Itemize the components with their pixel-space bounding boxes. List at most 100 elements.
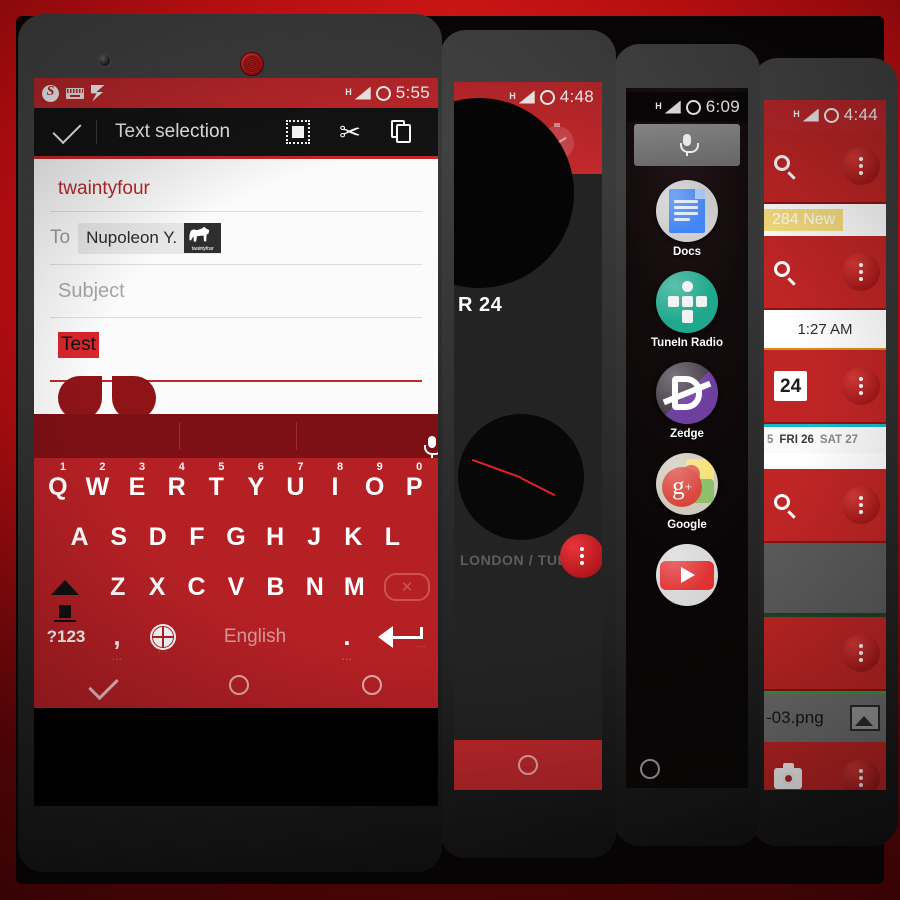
search-icon[interactable] [774, 494, 796, 519]
ring-icon [685, 99, 701, 115]
overflow-menu-icon[interactable] [842, 367, 880, 405]
p4-time-row: 1:27 AM [764, 310, 886, 350]
key-number: 9 [376, 460, 383, 473]
shift-icon[interactable] [38, 579, 92, 622]
select-all-button[interactable] [272, 108, 324, 156]
key-R[interactable]: 4R [157, 461, 197, 502]
done-button[interactable] [44, 108, 90, 156]
subject-field[interactable]: Subject [50, 265, 422, 318]
key-V[interactable]: V [216, 573, 255, 602]
key-U[interactable]: 7U [276, 461, 316, 502]
signal-icon [354, 86, 371, 100]
key-A[interactable]: A [60, 523, 99, 552]
overflow-menu-icon[interactable] [842, 147, 880, 185]
to-field[interactable]: To Nupoleon Y. twaintyfour [50, 212, 422, 265]
new-count-badge: 284 New [764, 209, 844, 231]
key-W[interactable]: 2W [78, 461, 118, 502]
overflow-menu-icon[interactable] [842, 253, 880, 291]
key-X[interactable]: X [137, 573, 176, 602]
overflow-menu-icon[interactable] [560, 534, 602, 578]
file-name: -03.png [766, 708, 824, 727]
p4-calendar-strip: 5 FRI 26 SAT 27 [764, 424, 886, 453]
signal-label: H [793, 109, 800, 119]
p4-search-card-2[interactable] [764, 236, 886, 310]
copy-button[interactable] [376, 108, 428, 156]
key-P[interactable]: 0P [394, 461, 434, 502]
key-G[interactable]: G [216, 523, 255, 552]
home-circle-icon[interactable] [518, 755, 538, 775]
key-Y[interactable]: 6Y [236, 461, 276, 502]
p4-search-card-3[interactable] [764, 469, 886, 543]
home-circle-icon[interactable] [229, 675, 250, 695]
ring-icon [823, 107, 839, 123]
p4-search-card-1[interactable] [764, 130, 886, 204]
p4-camera-card[interactable] [764, 742, 886, 790]
space-key[interactable]: English [186, 626, 324, 648]
key-D[interactable]: D [138, 523, 177, 552]
overflow-menu-icon[interactable] [842, 759, 880, 790]
key-L[interactable]: L [373, 523, 412, 552]
enter-icon[interactable]: ... [370, 626, 434, 649]
key-N[interactable]: N [295, 573, 334, 602]
recipient-name: Nupoleon Y. [86, 228, 178, 247]
key-I[interactable]: 8I [315, 461, 355, 502]
app-item-youtube[interactable] [626, 544, 748, 606]
swirl-icon [42, 84, 59, 102]
key-M[interactable]: M [335, 573, 374, 602]
p4-thumbnail[interactable] [764, 543, 886, 617]
app-item-tunein[interactable]: TuneIn Radio [626, 271, 748, 349]
phone-4-statusbar: H 4:44 [764, 100, 886, 130]
search-icon[interactable] [774, 261, 796, 286]
camera-icon[interactable] [774, 762, 802, 789]
cut-button[interactable]: ✂ [324, 108, 376, 156]
app-label: TuneIn Radio [651, 337, 723, 349]
key-S[interactable]: S [99, 523, 138, 552]
overflow-menu-icon[interactable] [842, 486, 880, 524]
recents-circle-icon[interactable] [361, 675, 382, 695]
recipient-chip[interactable]: Nupoleon Y. twaintyfour [78, 222, 222, 254]
calendar-day-icon[interactable]: 24 [774, 371, 808, 401]
app-item-google[interactable]: g + Google [626, 453, 748, 531]
symbols-key[interactable]: ?123 [38, 627, 94, 647]
key-Z[interactable]: Z [98, 573, 137, 602]
phone-1: H 5:55 Text selection ✂ [18, 14, 442, 872]
hide-keyboard-icon[interactable] [88, 669, 119, 701]
key-C[interactable]: C [177, 573, 216, 602]
select-all-icon [286, 120, 310, 144]
p4-calendar-card[interactable]: 24 [764, 350, 886, 424]
app-item-docs[interactable]: Docs [626, 180, 748, 258]
status-time: 4:48 [559, 87, 594, 106]
key-O[interactable]: 9O [355, 461, 395, 502]
key-Q[interactable]: 1Q [38, 461, 78, 502]
signal-label: H [655, 101, 662, 111]
key-B[interactable]: B [256, 573, 295, 602]
home-circle-icon[interactable] [640, 759, 660, 779]
from-account: twaintyfour [58, 178, 150, 199]
phone-2-screen: H 4:48 R 24 LONDON / TUE [454, 82, 602, 790]
p4-file-row[interactable]: -03.png [764, 691, 886, 742]
search-widget[interactable] [634, 124, 740, 166]
key-K[interactable]: K [334, 523, 373, 552]
docs-icon [656, 180, 718, 242]
search-icon[interactable] [774, 155, 796, 180]
key-F[interactable]: F [177, 523, 216, 552]
earpiece-speaker [240, 52, 264, 76]
key-T[interactable]: 5T [196, 461, 236, 502]
backspace-icon[interactable]: ✕ [380, 573, 434, 601]
globe-icon[interactable]: ... [140, 624, 186, 654]
message-body-field[interactable]: Test [50, 318, 422, 420]
microphone-icon[interactable] [679, 134, 699, 156]
key-E[interactable]: 3E [117, 461, 157, 502]
app-item-zedge[interactable]: Zedge [626, 362, 748, 440]
period-key[interactable]: .... [324, 623, 370, 662]
overflow-menu-icon[interactable] [842, 634, 880, 672]
phone-3-screen: H 6:09 Docs TuneIn Radio Zedge g + Googl… [626, 88, 748, 788]
key-H[interactable]: H [256, 523, 295, 552]
suggestion-divider [179, 422, 180, 450]
p4-menu-card[interactable] [764, 617, 886, 691]
from-field[interactable]: twaintyfour [50, 159, 422, 212]
phone-3-navbar [626, 746, 748, 788]
key-J[interactable]: J [295, 523, 334, 552]
comma-key[interactable]: ,... [94, 623, 140, 662]
divider [96, 120, 97, 144]
